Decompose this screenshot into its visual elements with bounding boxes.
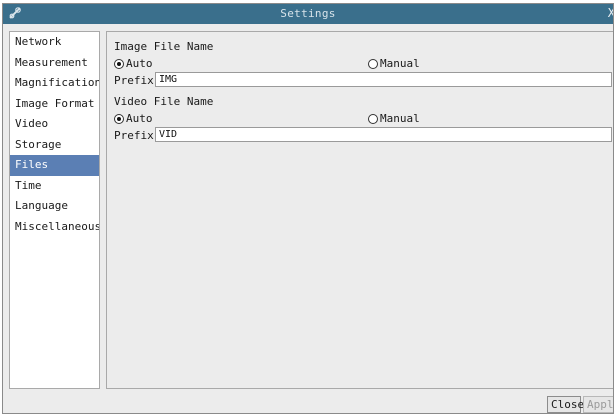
sidebar-item-measurement[interactable]: Measurement	[10, 53, 99, 74]
image-manual-label: Manual	[380, 57, 420, 70]
radio-unchecked-icon	[368, 58, 378, 69]
close-button[interactable]: Close	[547, 396, 584, 413]
image-file-name-mode: Auto Manual	[114, 57, 613, 71]
settings-sidebar: Network Measurement Magnification Image For…	[9, 31, 100, 389]
sidebar-item-time[interactable]: Time	[10, 176, 99, 197]
radio-unchecked-icon	[368, 113, 378, 124]
video-prefix-label: Prefix:	[114, 129, 161, 142]
image-file-name-heading: Image File Name	[114, 40, 214, 53]
image-prefix-label: Prefix:	[114, 74, 161, 87]
radio-checked-icon	[114, 113, 124, 124]
image-auto-radio[interactable]: Auto	[114, 57, 153, 70]
settings-window: Settings X NetworkMeasurementMagnificati…	[2, 3, 614, 414]
sidebar-item-network[interactable]: Network	[10, 32, 99, 53]
files-settings-panel: Image File Name Auto Manual Prefix: IMG …	[106, 31, 613, 389]
video-prefix-input[interactable]: VID	[155, 127, 612, 142]
close-window-icon[interactable]: X	[608, 6, 613, 20]
image-prefix-row: Prefix: IMG	[114, 72, 613, 88]
window-title: Settings	[280, 7, 336, 20]
sidebar-item-video[interactable]: Video	[10, 114, 99, 135]
image-prefix-input[interactable]: IMG	[155, 72, 612, 87]
image-manual-radio[interactable]: Manual	[368, 57, 420, 70]
radio-checked-icon	[114, 58, 124, 69]
sidebar-item-image-format[interactable]: Image Format	[10, 94, 99, 115]
sidebar-item-files[interactable]: Files	[10, 155, 99, 176]
title-bar[interactable]: Settings X	[3, 4, 613, 24]
apply-button[interactable]: Apply	[583, 396, 613, 413]
sidebar-item-miscellaneous[interactable]: Miscellaneous	[10, 217, 99, 238]
video-manual-label: Manual	[380, 112, 420, 125]
video-file-name-mode: Auto Manual	[114, 112, 613, 126]
video-file-name-heading: Video File Name	[114, 95, 214, 108]
sidebar-item-magnification[interactable]: Magnification	[10, 73, 99, 94]
video-auto-radio[interactable]: Auto	[114, 112, 153, 125]
video-auto-label: Auto	[126, 112, 153, 125]
sidebar-item-language[interactable]: Language	[10, 196, 99, 217]
image-auto-label: Auto	[126, 57, 153, 70]
sidebar-item-storage[interactable]: Storage	[10, 135, 99, 156]
video-manual-radio[interactable]: Manual	[368, 112, 420, 125]
video-prefix-row: Prefix: VID	[114, 127, 613, 143]
